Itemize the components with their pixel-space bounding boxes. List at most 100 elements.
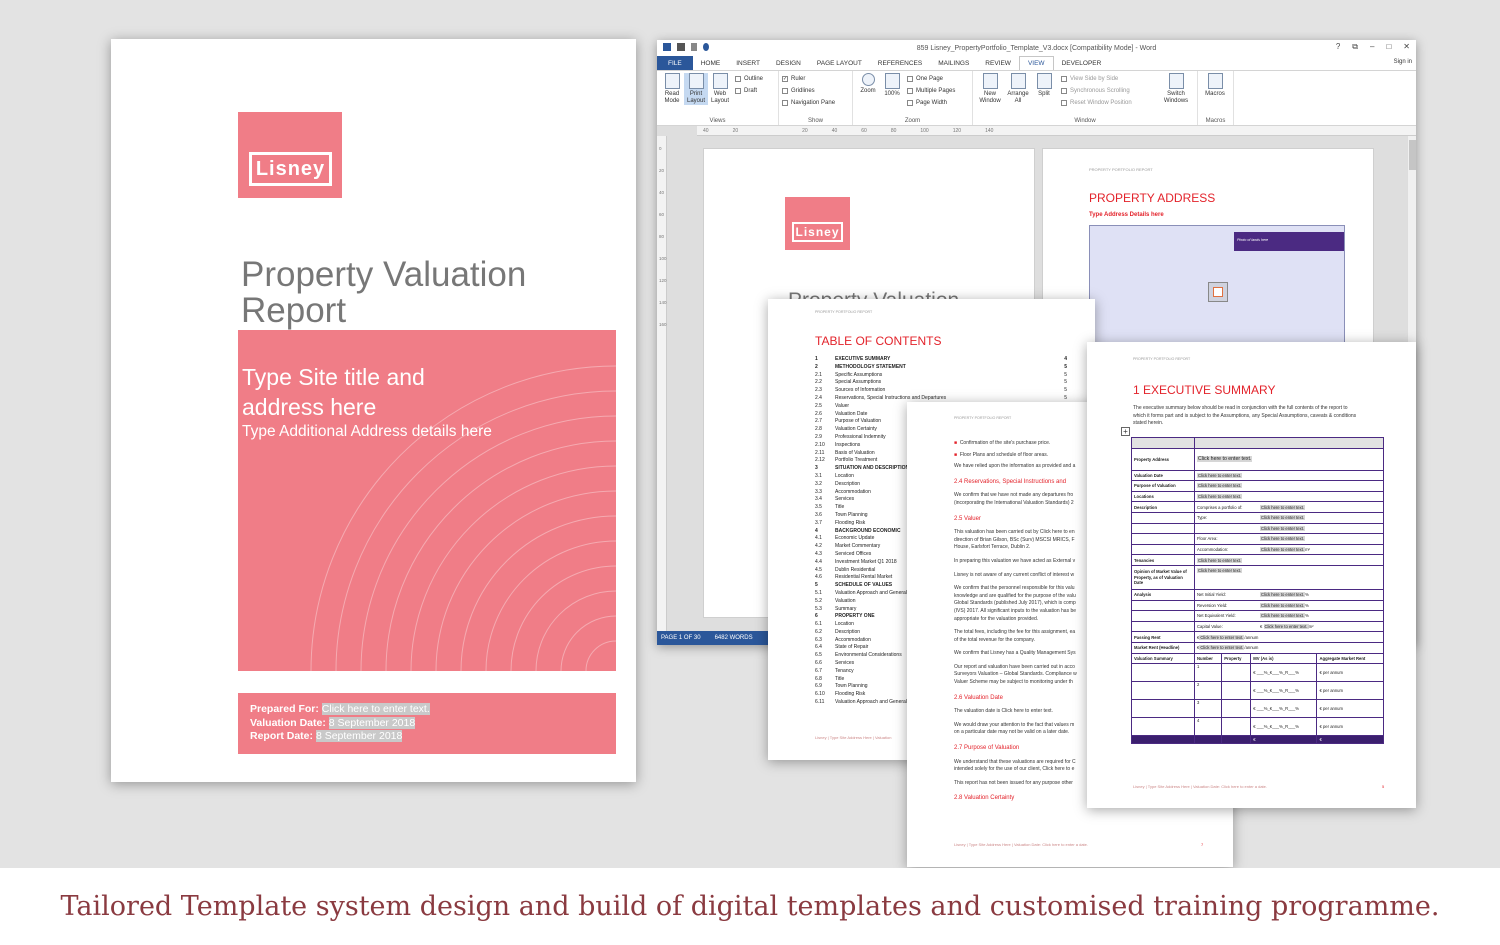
- new-window-button[interactable]: New Window: [976, 73, 1004, 105]
- valuation-date-field[interactable]: 8 September 2018: [328, 716, 416, 729]
- close-button[interactable]: ✕: [1403, 42, 1410, 52]
- desc-field[interactable]: Click here to enter text.: [1260, 504, 1306, 510]
- table-cell[interactable]: €Click here to enter text./annum: [1194, 641, 1384, 654]
- site-title-line1[interactable]: Type Site title and: [242, 362, 492, 392]
- web-layout-button[interactable]: Web Layout: [708, 73, 732, 105]
- save-icon[interactable]: [677, 43, 685, 51]
- type-field[interactable]: Click here to enter text.: [1260, 515, 1306, 521]
- toc-entry[interactable]: 1 EXECUTIVE SUMMARY 4: [815, 356, 1067, 364]
- undo-icon[interactable]: [691, 43, 697, 51]
- reversion-yield-field[interactable]: Click here to enter text.: [1260, 602, 1306, 608]
- toc-entry[interactable]: 2 METHODOLOGY STATEMENT 5: [815, 364, 1067, 372]
- table-cell[interactable]: Reversion Yield: Click here to enter text…: [1194, 599, 1384, 612]
- help-button[interactable]: ?: [1336, 42, 1340, 52]
- passing-rent-field[interactable]: Click here to enter text.: [1199, 634, 1245, 640]
- word-count[interactable]: 6482 WORDS: [715, 635, 753, 641]
- summary-property-cell[interactable]: [1221, 717, 1252, 737]
- vertical-ruler[interactable]: 0 20 40 60 80 100 120 140 160: [657, 136, 667, 631]
- zoom-100-button[interactable]: 100%: [880, 73, 904, 98]
- summary-property-cell[interactable]: [1221, 663, 1252, 683]
- summary-property-cell[interactable]: [1221, 681, 1252, 701]
- table-cell[interactable]: Type: Click here to enter text.: [1194, 511, 1384, 524]
- table-cell[interactable]: Floor Area: Click here to enter text.: [1194, 533, 1384, 545]
- summary-property-cell[interactable]: [1221, 699, 1252, 719]
- scroll-thumb[interactable]: [1409, 140, 1416, 170]
- table-move-handle-icon[interactable]: +: [1121, 427, 1130, 436]
- purpose-field[interactable]: Click here to enter text.: [1197, 483, 1243, 489]
- redo-icon[interactable]: [703, 43, 709, 51]
- accommodation-field[interactable]: Click here to enter text.: [1260, 547, 1306, 553]
- summary-mv-cell[interactable]: € ___%_€___%_R___%: [1250, 699, 1318, 719]
- maximize-button[interactable]: □: [1386, 42, 1391, 52]
- site-title-line2[interactable]: address here: [242, 392, 492, 422]
- multiple-pages-button[interactable]: Multiple Pages: [907, 85, 955, 97]
- toc-entry[interactable]: 2.1 Specific Assumptions 5: [815, 372, 1067, 380]
- summary-mv-cell[interactable]: € ___%_€___%_R___%: [1250, 681, 1318, 701]
- tab-mailings[interactable]: MAILINGS: [930, 56, 977, 70]
- report-date-field[interactable]: 8 September 2018: [315, 730, 403, 742]
- ruler-checkbox[interactable]: ✓ Ruler: [782, 73, 849, 85]
- tenancies-field[interactable]: Click here to enter text.: [1197, 557, 1243, 563]
- macros-button[interactable]: Macros: [1201, 73, 1229, 98]
- table-cell[interactable]: Click here to enter text.: [1194, 490, 1384, 503]
- table-cell[interactable]: Click here to enter text.: [1194, 447, 1384, 471]
- ribbon-options-button[interactable]: ⧉: [1352, 42, 1358, 52]
- table-cell[interactable]: Click here to enter text.: [1194, 564, 1384, 590]
- summary-mv-cell[interactable]: € ___%_€___%_R___%: [1250, 717, 1318, 737]
- horizontal-ruler[interactable]: 40 20 20 40 60 80 100 120 140: [697, 126, 1416, 136]
- table-cell[interactable]: Click here to enter text.: [1194, 480, 1384, 492]
- summary-rent-cell[interactable]: € per annum: [1316, 681, 1384, 701]
- reset-window-position-button[interactable]: Reset Window Position: [1061, 97, 1132, 109]
- table-cell[interactable]: Capital Value: € Click here to enter text…: [1194, 620, 1384, 633]
- tab-review[interactable]: REVIEW: [977, 56, 1019, 70]
- net-initial-yield-field[interactable]: Click here to enter text.: [1260, 592, 1306, 598]
- property-address-field[interactable]: Click here to enter text.: [1197, 456, 1253, 463]
- additional-address[interactable]: Type Additional Address details here: [242, 422, 492, 442]
- tab-developer[interactable]: DEVELOPER: [1054, 56, 1110, 70]
- equivalent-yield-field[interactable]: Click here to enter text.: [1260, 613, 1306, 619]
- table-cell[interactable]: Click here to enter text.: [1194, 522, 1384, 535]
- navigation-pane-checkbox[interactable]: Navigation Pane: [782, 97, 849, 109]
- valuation-date-field[interactable]: Click here to enter text.: [1197, 472, 1243, 478]
- table-cell[interactable]: Net Initial Yield: Click here to enter te…: [1194, 588, 1384, 601]
- market-value-field[interactable]: Click here to enter text.: [1197, 567, 1243, 573]
- picture-icon[interactable]: [1208, 282, 1228, 302]
- locations-field[interactable]: Click here to enter text.: [1197, 494, 1243, 500]
- capital-value-field[interactable]: Click here to enter text.: [1263, 624, 1309, 630]
- page-count[interactable]: PAGE 1 OF 30: [661, 635, 701, 641]
- split-button[interactable]: Split: [1032, 73, 1056, 98]
- tab-file[interactable]: FILE: [657, 56, 693, 70]
- switch-windows-button[interactable]: Switch Windows: [1159, 73, 1193, 105]
- summary-rent-cell[interactable]: € per annum: [1316, 717, 1384, 737]
- draft-button[interactable]: Draft: [735, 85, 763, 97]
- tab-design[interactable]: DESIGN: [768, 56, 809, 70]
- tab-page-layout[interactable]: PAGE LAYOUT: [809, 56, 870, 70]
- toc-entry[interactable]: 2.2 Special Assumptions 5: [815, 379, 1067, 387]
- read-mode-button[interactable]: Read Mode: [660, 73, 684, 105]
- summary-rent-cell[interactable]: € per annum: [1316, 663, 1384, 683]
- toc-entry[interactable]: 2.3 Sources of Information 5: [815, 387, 1067, 395]
- tab-home[interactable]: HOME: [693, 56, 729, 70]
- arrange-all-button[interactable]: Arrange All: [1004, 73, 1032, 105]
- synchronous-scrolling-button[interactable]: Synchronous Scrolling: [1061, 85, 1132, 97]
- table-cell[interactable]: Net Equivalent Yield: Click here to enter…: [1194, 610, 1384, 622]
- table-cell[interactable]: €Click here to enter text./annum: [1194, 631, 1384, 643]
- tab-view[interactable]: VIEW: [1018, 56, 1054, 70]
- prepared-for-field[interactable]: Click here to enter text.: [321, 703, 430, 715]
- zoom-button[interactable]: Zoom: [856, 73, 880, 95]
- minimize-button[interactable]: –: [1370, 42, 1374, 52]
- summary-rent-cell[interactable]: € per annum: [1316, 699, 1384, 719]
- summary-mv-cell[interactable]: € ___%_€___%_R___%: [1250, 663, 1318, 683]
- table-cell[interactable]: Click here to enter text.: [1194, 554, 1384, 566]
- print-layout-button[interactable]: Print Layout: [684, 73, 708, 105]
- gridlines-checkbox[interactable]: Gridlines: [782, 85, 849, 97]
- outline-button[interactable]: Outline: [735, 73, 763, 85]
- floor-area-field[interactable]: Click here to enter text.: [1260, 536, 1306, 542]
- table-cell[interactable]: Click here to enter text.: [1194, 469, 1384, 482]
- sign-in-link[interactable]: Sign in: [1394, 59, 1412, 65]
- tab-insert[interactable]: INSERT: [728, 56, 768, 70]
- market-rent-field[interactable]: Click here to enter text.: [1199, 645, 1245, 651]
- tab-references[interactable]: REFERENCES: [870, 56, 930, 70]
- desc-extra-field[interactable]: Click here to enter text.: [1260, 525, 1306, 531]
- one-page-button[interactable]: One Page: [907, 73, 955, 85]
